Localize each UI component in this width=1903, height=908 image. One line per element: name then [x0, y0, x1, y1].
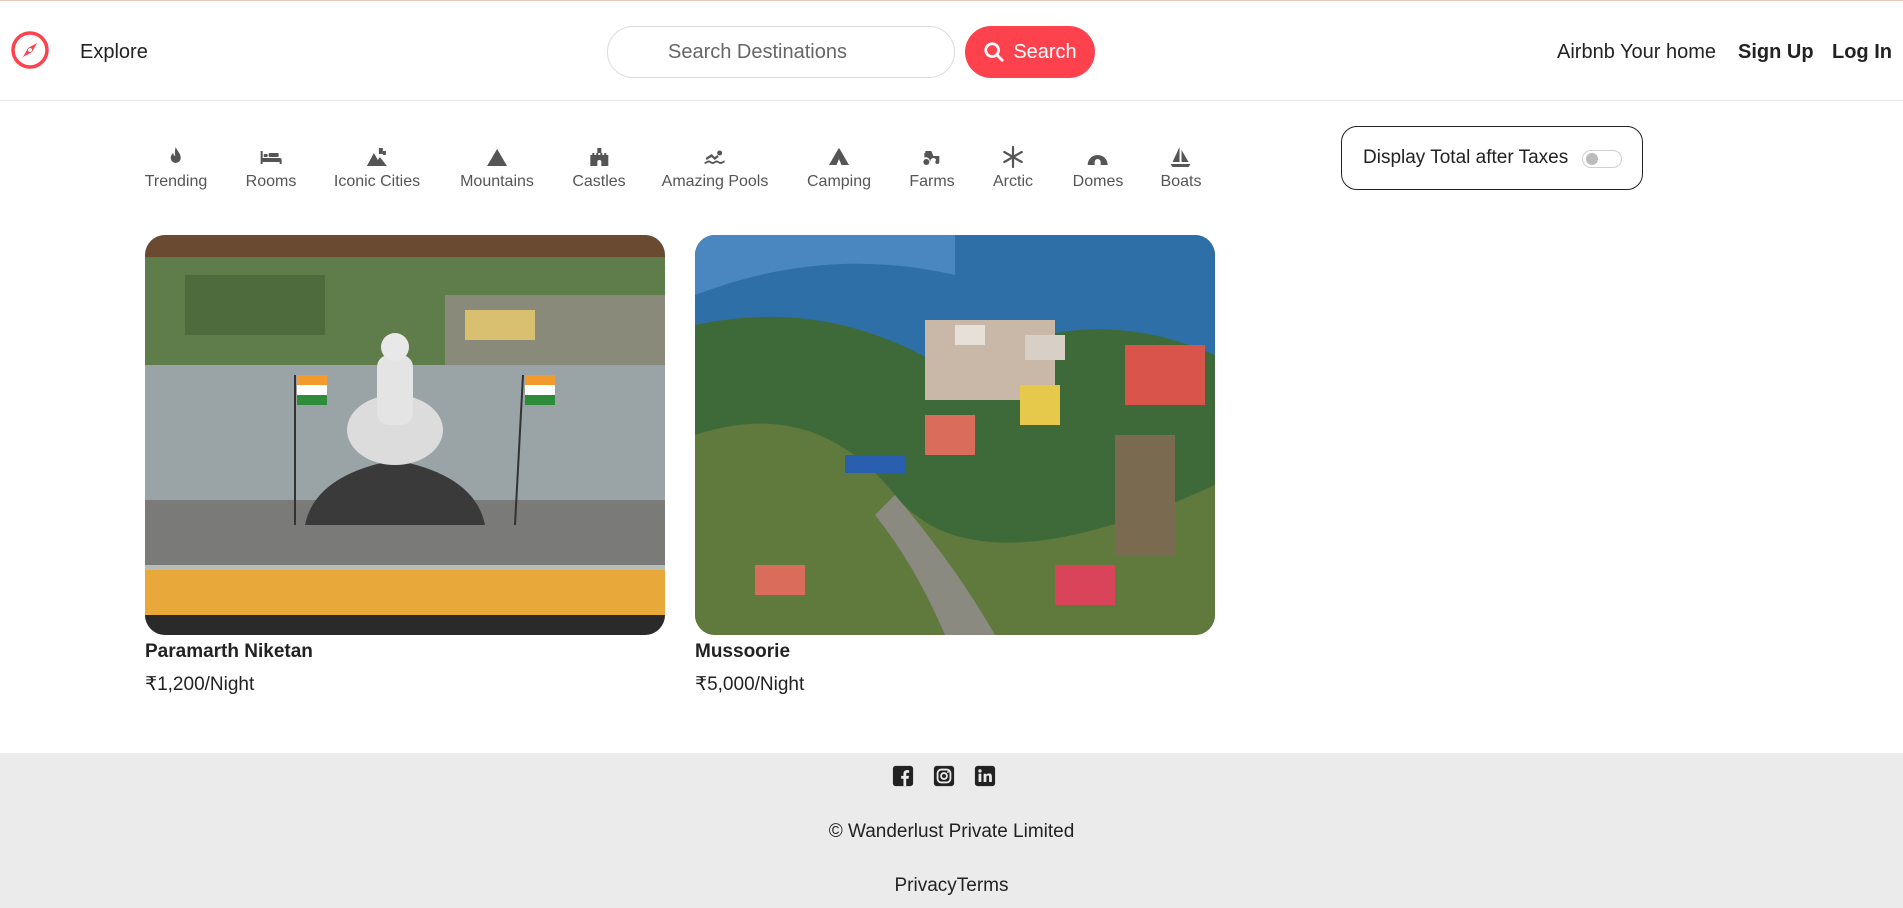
filter-arctic[interactable]: Arctic [993, 145, 1033, 191]
listing-price: ₹5,000/Night [695, 674, 805, 695]
mountain-icon [486, 149, 507, 166]
filter-label: Domes [1072, 173, 1124, 190]
listing-price: ₹1,200/Night [145, 674, 255, 695]
bed-icon [261, 151, 282, 164]
navbar: Explore Search Airbnb Your home Sign Up … [0, 0, 1903, 101]
listing-card[interactable]: Paramarth Niketan ₹1,200/Night [145, 235, 665, 696]
switch-knob [1586, 153, 1598, 165]
terms-link[interactable]: Terms [957, 875, 1009, 896]
swimmer-icon [705, 150, 725, 164]
footer: © Wanderlust Private Limited PrivacyTerm… [0, 753, 1903, 908]
filter-label: Amazing Pools [661, 173, 769, 190]
filter-amazing-pools[interactable]: Amazing Pools [661, 145, 769, 191]
compass-logo-icon[interactable] [10, 30, 50, 70]
filter-label: Farms [909, 173, 955, 190]
filter-boats[interactable]: Boats [1160, 145, 1202, 191]
filter-label: Rooms [245, 173, 297, 190]
tax-toggle: Display Total after Taxes [1341, 126, 1643, 190]
filter-label: Trending [144, 173, 208, 190]
tax-toggle-label: Display Total after Taxes [1363, 147, 1569, 168]
search-button-label: Search [1013, 40, 1077, 63]
sailboat-icon [1170, 147, 1191, 167]
filter-label: Arctic [993, 173, 1033, 190]
search-button[interactable]: Search [965, 26, 1095, 78]
filter-label: Camping [806, 173, 872, 190]
filter-farms[interactable]: Farms [909, 145, 955, 191]
log-in-link[interactable]: Log In [1832, 41, 1892, 64]
airbnb-your-home-link[interactable]: Airbnb Your home [1557, 41, 1716, 64]
tax-switch[interactable] [1582, 150, 1622, 168]
search-icon [984, 42, 1004, 62]
listing-title: Mussoorie [695, 641, 791, 662]
privacy-link[interactable]: Privacy [894, 875, 956, 896]
snowflake-icon [1003, 145, 1023, 169]
filter-rooms[interactable]: Rooms [245, 145, 297, 191]
search-input[interactable] [607, 26, 955, 78]
sign-up-link[interactable]: Sign Up [1738, 41, 1814, 64]
explore-link[interactable]: Explore [80, 41, 148, 64]
copyright-text: © Wanderlust Private Limited [828, 821, 1075, 842]
city-icon [367, 148, 387, 166]
footer-links: PrivacyTerms [0, 875, 1903, 897]
fire-icon [171, 147, 181, 163]
facebook-icon[interactable] [892, 765, 914, 787]
linkedin-icon[interactable] [974, 765, 996, 787]
filter-camping[interactable]: Camping [807, 145, 871, 191]
listing-image[interactable] [145, 235, 665, 635]
filter-iconic-cities[interactable]: Iconic Cities [334, 145, 420, 191]
tent-icon [829, 148, 849, 165]
social-links [892, 765, 996, 787]
igloo-icon [1088, 155, 1108, 165]
filter-mountains[interactable]: Mountains [460, 145, 534, 191]
filter-label: Mountains [460, 173, 534, 190]
filter-domes[interactable]: Domes [1072, 145, 1124, 191]
filter-castles[interactable]: Castles [572, 145, 626, 191]
filter-label: Iconic Cities [333, 173, 421, 190]
filter-trending[interactable]: Trending [144, 145, 208, 191]
listing-image[interactable] [695, 235, 1215, 635]
castle-icon [589, 148, 608, 166]
tractor-icon [922, 151, 939, 165]
filter-label: Boats [1160, 173, 1202, 190]
instagram-icon[interactable] [933, 765, 955, 787]
listing-card[interactable]: Mussoorie ₹5,000/Night [695, 235, 1215, 696]
listing-title: Paramarth Niketan [145, 641, 313, 662]
filter-label: Castles [572, 173, 626, 190]
